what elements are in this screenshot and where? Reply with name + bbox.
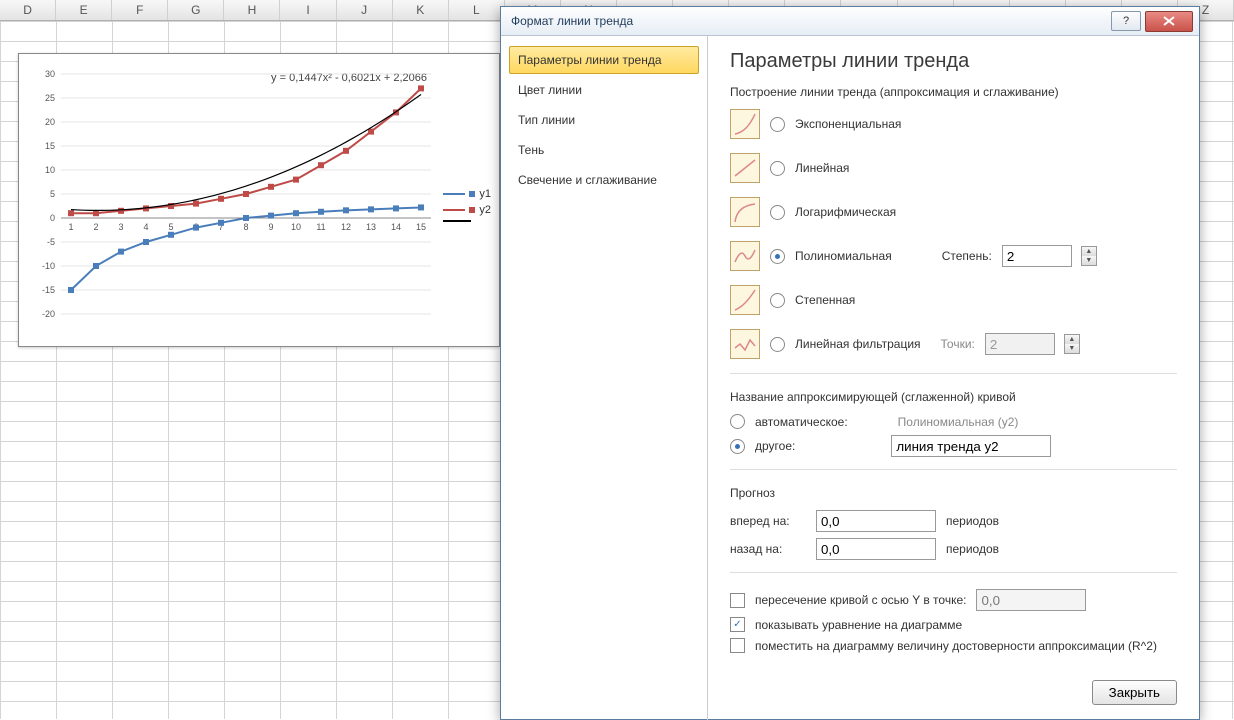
dialog-titlebar[interactable]: Формат линии тренда ? bbox=[501, 7, 1199, 36]
svg-text:8: 8 bbox=[243, 222, 248, 232]
radio-moving-average[interactable] bbox=[770, 337, 785, 352]
label-exponential: Экспоненциальная bbox=[795, 117, 901, 131]
svg-text:15: 15 bbox=[45, 141, 55, 151]
auto-name-value: Полиномиальная (y2) bbox=[898, 415, 1019, 429]
backward-units: периодов bbox=[946, 542, 999, 556]
svg-text:-5: -5 bbox=[47, 237, 55, 247]
dialog-nav: Параметры линии тренда Цвет линии Тип ли… bbox=[501, 36, 708, 720]
radio-power[interactable] bbox=[770, 293, 785, 308]
svg-text:12: 12 bbox=[341, 222, 351, 232]
label-polynomial: Полиномиальная bbox=[795, 249, 892, 263]
svg-text:0: 0 bbox=[50, 213, 55, 223]
svg-text:3: 3 bbox=[118, 222, 123, 232]
label-logarithmic: Логарифмическая bbox=[795, 205, 896, 219]
checkbox-intercept[interactable] bbox=[730, 593, 745, 608]
legend-y1: y1 bbox=[479, 188, 491, 200]
svg-text:10: 10 bbox=[291, 222, 301, 232]
svg-text:25: 25 bbox=[45, 93, 55, 103]
svg-text:15: 15 bbox=[416, 222, 426, 232]
forward-label: вперед на: bbox=[730, 514, 806, 528]
regression-section-label: Построение линии тренда (аппроксимация и… bbox=[730, 85, 1177, 99]
label-name-other: другое: bbox=[755, 439, 795, 453]
chart-plot: -20-15-10-505101520253012345678910111213… bbox=[61, 64, 431, 334]
radio-name-other[interactable] bbox=[730, 439, 745, 454]
label-moving-average: Линейная фильтрация bbox=[795, 337, 921, 351]
svg-text:9: 9 bbox=[268, 222, 273, 232]
legend-y2: y2 bbox=[479, 204, 491, 216]
radio-exponential[interactable] bbox=[770, 117, 785, 132]
polynomial-icon bbox=[730, 241, 760, 271]
backward-label: назад на: bbox=[730, 542, 806, 556]
dialog-title: Формат линии тренда bbox=[511, 14, 1107, 28]
svg-text:20: 20 bbox=[45, 117, 55, 127]
svg-text:30: 30 bbox=[45, 69, 55, 79]
svg-text:-10: -10 bbox=[42, 261, 55, 271]
radio-linear[interactable] bbox=[770, 161, 785, 176]
label-show-r2: поместить на диаграмму величину достовер… bbox=[755, 639, 1157, 653]
svg-text:2: 2 bbox=[93, 222, 98, 232]
label-show-equation: показывать уравнение на диаграмме bbox=[755, 618, 962, 632]
nav-line-style[interactable]: Тип линии bbox=[509, 106, 699, 134]
name-section-label: Название аппроксимирующей (сглаженной) к… bbox=[730, 390, 1177, 404]
label-power: Степенная bbox=[795, 293, 855, 307]
points-label: Точки: bbox=[941, 337, 975, 351]
label-intercept: пересечение кривой с осью Y в точке: bbox=[755, 593, 966, 607]
chart-object[interactable]: y = 0,1447x² - 0,6021x + 2,2066 -20-15-1… bbox=[18, 53, 500, 347]
degree-spinner[interactable]: ▲▼ bbox=[1081, 246, 1097, 266]
nav-glow[interactable]: Свечение и сглаживание bbox=[509, 166, 699, 194]
dialog-content: Параметры линии тренда Построение линии … bbox=[708, 36, 1199, 720]
power-icon bbox=[730, 285, 760, 315]
svg-text:-15: -15 bbox=[42, 285, 55, 295]
linear-icon bbox=[730, 153, 760, 183]
moving-average-icon bbox=[730, 329, 760, 359]
svg-text:4: 4 bbox=[143, 222, 148, 232]
forward-units: периодов bbox=[946, 514, 999, 528]
svg-text:10: 10 bbox=[45, 165, 55, 175]
nav-line-color[interactable]: Цвет линии bbox=[509, 76, 699, 104]
close-button[interactable]: Закрыть bbox=[1092, 680, 1177, 705]
backward-input[interactable] bbox=[816, 538, 936, 560]
content-heading: Параметры линии тренда bbox=[730, 50, 1177, 73]
radio-name-auto[interactable] bbox=[730, 414, 745, 429]
points-input bbox=[985, 333, 1055, 355]
radio-logarithmic[interactable] bbox=[770, 205, 785, 220]
exponential-icon bbox=[730, 109, 760, 139]
format-trendline-dialog: Формат линии тренда ? Параметры линии тр… bbox=[500, 6, 1200, 720]
radio-polynomial[interactable] bbox=[770, 249, 785, 264]
label-name-auto: автоматическое: bbox=[755, 415, 848, 429]
chart-legend[interactable]: y1 y2 bbox=[443, 184, 491, 226]
svg-text:1: 1 bbox=[68, 222, 73, 232]
degree-label: Степень: bbox=[942, 249, 992, 263]
intercept-input bbox=[976, 589, 1086, 611]
forward-input[interactable] bbox=[816, 510, 936, 532]
help-button[interactable]: ? bbox=[1111, 11, 1141, 31]
checkbox-show-equation[interactable]: ✓ bbox=[730, 617, 745, 632]
degree-input[interactable] bbox=[1002, 245, 1072, 267]
nav-shadow[interactable]: Тень bbox=[509, 136, 699, 164]
forecast-section-label: Прогноз bbox=[730, 486, 1177, 500]
close-window-button[interactable] bbox=[1145, 11, 1193, 32]
nav-trendline-options[interactable]: Параметры линии тренда bbox=[509, 46, 699, 74]
svg-text:13: 13 bbox=[366, 222, 376, 232]
checkbox-show-r2[interactable] bbox=[730, 638, 745, 653]
logarithmic-icon bbox=[730, 197, 760, 227]
svg-text:14: 14 bbox=[391, 222, 401, 232]
custom-name-input[interactable] bbox=[891, 435, 1051, 457]
label-linear: Линейная bbox=[795, 161, 849, 175]
svg-text:11: 11 bbox=[316, 222, 325, 232]
svg-text:-20: -20 bbox=[42, 309, 55, 319]
svg-text:5: 5 bbox=[168, 222, 173, 232]
svg-text:5: 5 bbox=[50, 189, 55, 199]
points-spinner: ▲▼ bbox=[1064, 334, 1080, 354]
